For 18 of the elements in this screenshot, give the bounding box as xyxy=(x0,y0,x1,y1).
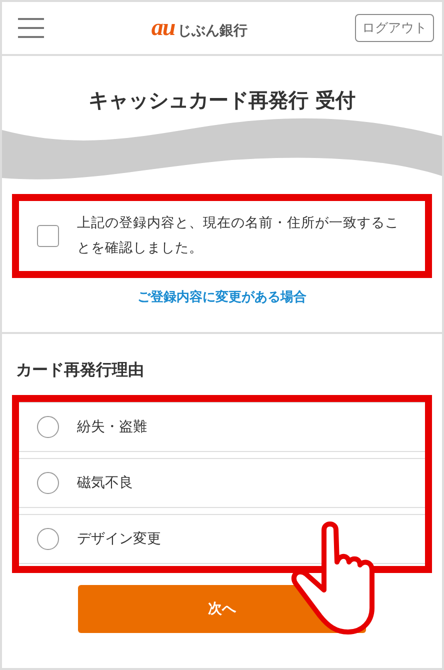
radio-button[interactable] xyxy=(37,528,59,550)
menu-icon[interactable] xyxy=(18,17,44,39)
radio-button[interactable] xyxy=(37,416,59,438)
confirmation-text: 上記の登録内容と、現在の名前・住所が一致することを確認しました。 xyxy=(77,214,400,258)
radio-button[interactable] xyxy=(37,472,59,494)
radio-option[interactable]: 磁気不良 xyxy=(19,458,425,508)
logo-mark: au xyxy=(151,14,175,42)
logout-button[interactable]: ログアウト xyxy=(354,14,434,42)
radio-option[interactable]: 紛失・盗難 xyxy=(19,402,425,452)
section-heading: カード再発行理由 xyxy=(16,360,145,381)
page-title: キャッシュカード再発行 受付 xyxy=(88,88,356,112)
change-link[interactable]: ご登録内容に変更がある場合 xyxy=(2,288,442,306)
option-label: 紛失・盗難 xyxy=(77,418,147,436)
checkbox[interactable] xyxy=(37,225,59,247)
logo-text: じぶん銀行 xyxy=(178,22,248,40)
option-label: 磁気不良 xyxy=(77,474,133,492)
option-label: デザイン変更 xyxy=(77,530,161,548)
radio-option[interactable]: デザイン変更 xyxy=(19,514,425,564)
